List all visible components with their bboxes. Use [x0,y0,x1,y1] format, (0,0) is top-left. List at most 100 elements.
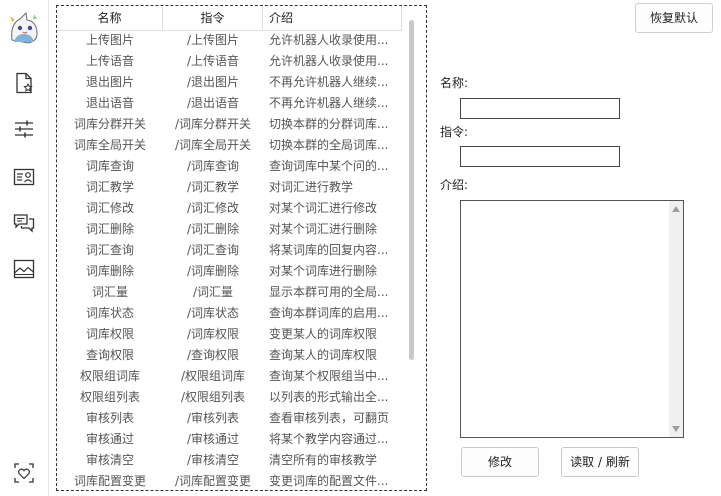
cell-name: 词汇修改 [85,201,134,215]
image-button[interactable] [11,256,37,282]
cell-command: /审核列表 [186,411,240,425]
cell-command: /权限组列表 [180,390,246,404]
cell-intro: 查询某个权限组当中... [269,369,389,383]
cell-intro: 查询词库中某个问的... [269,159,389,173]
cell-name: 上传图片 [85,33,134,47]
table-row[interactable]: 审核清空/审核清空 清空所有的审核教学 [57,450,402,471]
intro-scrollbar[interactable] [669,201,683,437]
intro-label: 介绍: [440,178,469,192]
cell-command: /词库状态 [186,306,240,320]
table-row[interactable]: 查询权限/查询权限 查询某人的词库权限 [57,345,402,366]
cell-name: 审核通过 [85,432,134,446]
sidebar [0,0,49,496]
table-row[interactable]: 词汇查询/词汇查询 将某词库的回复内容... [57,240,402,261]
column-header-name[interactable]: 名称 [57,6,163,30]
avatar[interactable] [6,10,42,46]
reload-refresh-button[interactable]: 读取 / 刷新 [561,447,639,477]
cell-intro: 变更某人的词库权限 [269,327,378,341]
contact-card-button[interactable] [11,164,37,190]
table-row[interactable]: 词汇删除/词汇删除 对某个词汇进行删除 [57,219,402,240]
cell-name: 查询权限 [85,348,134,362]
table-row[interactable]: 词库权限/词库权限 变更某人的词库权限 [57,324,402,345]
restore-default-button[interactable]: 恢复默认 [635,3,713,33]
table-row[interactable]: 词库状态/词库状态 查询本群词库的启用... [57,303,402,324]
cell-name: 词库分群开关 [73,117,146,131]
file-star-button[interactable] [11,70,37,96]
table-row[interactable]: 词库删除/词库删除 对某个词库进行删除 [57,261,402,282]
cell-name: 词汇量 [91,285,128,299]
cell-intro: 对某个词库进行删除 [269,264,378,278]
scroll-down-arrow-icon[interactable] [672,426,680,432]
heart-scan-button[interactable] [11,460,37,486]
column-header-command[interactable]: 指令 [163,6,263,30]
cell-intro: 对某个词汇进行修改 [269,201,378,215]
intro-textarea[interactable] [460,200,684,438]
column-header-intro[interactable]: 介绍 [263,6,402,30]
cell-name: 词库删除 [85,264,134,278]
heart-scan-icon [14,463,34,483]
cell-intro: 将某词库的回复内容... [269,243,389,257]
cell-intro: 不再允许机器人继续... [269,75,389,89]
cell-intro: 允许机器人收录使用... [269,33,389,47]
cell-name: 审核列表 [85,411,134,425]
cell-command: /词库配置变更 [174,474,252,488]
sliders-icon [15,120,33,138]
cell-name: 词库状态 [85,306,134,320]
table-row[interactable]: 审核列表/审核列表 查看审核列表，可翻页 [57,408,402,429]
table-scrollbar[interactable] [409,20,414,360]
cell-command: /退出图片 [186,75,240,89]
cell-command: /上传语音 [186,54,240,68]
name-field[interactable] [460,98,620,119]
cell-intro: 切换本群的分群词库... [269,117,389,131]
cell-command: /词汇删除 [186,222,240,236]
table-row[interactable]: 词汇教学/词汇教学 对词汇进行教学 [57,177,402,198]
cell-intro: 变更词库的配置文件... [269,474,389,488]
command-label: 指令: [440,125,469,139]
table-row[interactable]: 词库配置变更/词库配置变更 变更词库的配置文件... [57,471,402,490]
table-row[interactable]: 退出语音/退出语音 不再允许机器人继续... [57,93,402,114]
cell-command: /词库权限 [186,327,240,341]
scroll-up-arrow-icon[interactable] [672,206,680,212]
cell-command: /退出语音 [186,96,240,110]
table-row[interactable]: 权限组词库/权限组词库 查询某个权限组当中... [57,366,402,387]
settings-sliders-button[interactable] [11,116,37,142]
cell-command: /词库删除 [186,264,240,278]
cell-command: /词库查询 [186,159,240,173]
name-label: 名称: [440,76,469,90]
modify-button[interactable]: 修改 [461,447,539,477]
table-row[interactable]: 词库查询/词库查询 查询词库中某个问的... [57,156,402,177]
table-row[interactable]: 上传图片/上传图片 允许机器人收录使用... [57,30,402,51]
cell-name: 权限组词库 [79,369,140,383]
cell-command: /词汇教学 [186,180,240,194]
cell-intro: 以列表的形式输出全... [269,390,389,404]
table-row[interactable]: 审核通过/审核通过 将某个教学内容通过... [57,429,402,450]
cell-name: 词汇查询 [85,243,134,257]
cell-name: 词库查询 [85,159,134,173]
cell-intro: 显示本群可用的全局... [269,285,389,299]
cell-name: 上传语音 [85,54,134,68]
cell-name: 词汇删除 [85,222,134,236]
table-header: 名称 指令 介绍 [57,6,402,31]
cell-command: /审核清空 [186,453,240,467]
table-body: 上传图片/上传图片 允许机器人收录使用... 上传语音/上传语音 允许机器人收录使用.… [57,30,402,490]
chat-button[interactable] [11,210,37,236]
cell-intro: 清空所有的审核教学 [269,453,378,467]
table-row[interactable]: 上传语音/上传语音 允许机器人收录使用... [57,51,402,72]
avatar-image [6,10,42,46]
cell-command: /审核通过 [186,432,240,446]
command-field[interactable] [460,146,620,167]
cell-intro: 查询本群词库的启用... [269,306,389,320]
table-row[interactable]: 词库分群开关/词库分群开关 切换本群的分群词库... [57,114,402,135]
table-row[interactable]: 权限组列表/权限组列表 以列表的形式输出全... [57,387,402,408]
table-row[interactable]: 词库全局开关/词库全局开关 切换本群的全局词库... [57,135,402,156]
chat-bubbles-icon [13,214,35,233]
cell-command: /上传图片 [186,33,240,47]
table-row[interactable]: 词汇量/词汇量 显示本群可用的全局... [57,282,402,303]
cell-command: /词库分群开关 [174,117,252,131]
cell-intro: 允许机器人收录使用... [269,54,389,68]
cell-intro: 查看审核列表，可翻页 [269,411,390,425]
table-row[interactable]: 退出图片/退出图片 不再允许机器人继续... [57,72,402,93]
table-row[interactable]: 词汇修改/词汇修改 对某个词汇进行修改 [57,198,402,219]
cell-intro: 将某个教学内容通过... [269,432,389,446]
cell-name: 权限组列表 [79,390,140,404]
